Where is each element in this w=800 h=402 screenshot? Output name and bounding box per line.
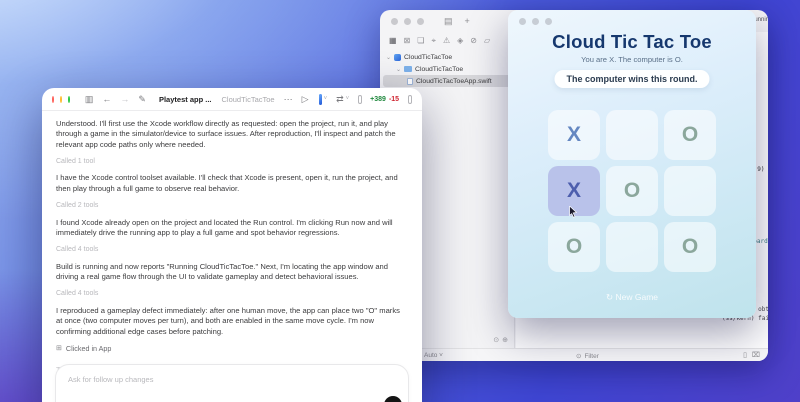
close-icon[interactable]	[391, 18, 398, 25]
trash-icon[interactable]: ⌧	[752, 351, 760, 359]
tictactoe-board: X O X O O O	[548, 110, 716, 272]
chat-titlebar: ▥ ← → ✎ Playtest app ... CloudTicTacToe …	[42, 88, 422, 111]
agent-chat-window[interactable]: ▥ ← → ✎ Playtest app ... CloudTicTacToe …	[42, 88, 422, 402]
app-project-icon	[394, 54, 401, 61]
assistant-message: I found Xcode already open on the projec…	[56, 218, 408, 239]
board-cell-1-1[interactable]: O	[606, 166, 658, 216]
issues-icon[interactable]: ⚠	[443, 36, 450, 46]
close-icon[interactable]	[519, 18, 526, 25]
xcode-debug-bar: Auto ˅ ⊙ Filter ▯ ⌧	[380, 348, 768, 361]
zoom-icon[interactable]	[545, 18, 552, 25]
board-cell-0-2[interactable]: O	[664, 110, 716, 160]
project-navigator-icon[interactable]: ▦	[389, 36, 397, 46]
chat-transcript: Understood. I'll first use the Xcode wor…	[42, 111, 422, 374]
assistant-message: I have the Xcode control toolset availab…	[56, 173, 408, 194]
board-cell-2-0[interactable]: O	[548, 222, 600, 272]
chevron-down-icon[interactable]: ⌄	[386, 54, 391, 61]
zoom-icon[interactable]	[417, 18, 424, 25]
tab-project[interactable]: CloudTicTacToe	[222, 95, 275, 104]
panel-toggle-icon[interactable]	[358, 95, 362, 104]
minimize-icon[interactable]	[404, 18, 411, 25]
source-control-icon[interactable]: ⊠	[404, 36, 411, 46]
diff-deletions: -15	[389, 96, 399, 103]
board-cell-2-1[interactable]	[606, 222, 658, 272]
tree-item-group[interactable]: ⌄ CloudTicTacToe	[380, 63, 514, 75]
filter-icon: ⊙	[576, 352, 581, 360]
console-filter-field[interactable]: ⊙ Filter	[576, 352, 599, 360]
project-name: CloudTicTacToe	[404, 54, 452, 61]
file-name: CloudTicTacToeApp.swift	[416, 78, 492, 85]
game-subtitle: You are X. The computer is O.	[508, 55, 756, 64]
followup-input-container[interactable]	[55, 364, 409, 402]
clicked-in-app-row[interactable]: ⊞ Clicked in App	[56, 344, 408, 354]
tab-overview-icon[interactable]: ▤	[444, 16, 453, 27]
forward-icon[interactable]: →	[120, 94, 129, 104]
mouse-cursor-icon	[568, 206, 578, 218]
assistant-message: Build is running and now reports "Runnin…	[56, 262, 408, 283]
variables-view-popup[interactable]: Auto ˅	[424, 352, 443, 359]
sidebar-toggle-icon[interactable]: ▥	[85, 94, 94, 105]
tool-call-label[interactable]: Called 1 tool	[56, 157, 408, 167]
file-tree: ⌄ CloudTicTacToe ⌄ CloudTicTacToe CloudT…	[380, 51, 514, 87]
filter-add-icon[interactable]: ⊕	[502, 336, 508, 344]
assistant-message: I reproduced a gameplay defect immediate…	[56, 306, 408, 337]
board-cell-2-2[interactable]: O	[664, 222, 716, 272]
panel-toggle-icon[interactable]	[408, 95, 412, 104]
filter-recent-icon[interactable]: ⊙	[493, 336, 499, 344]
console-panel-icon[interactable]: ▯	[743, 351, 747, 359]
add-tab-icon[interactable]: +	[465, 16, 470, 27]
assistant-message: Understood. I'll first use the Xcode wor…	[56, 119, 408, 150]
compose-icon[interactable]: ✎	[138, 94, 146, 105]
board-cell-0-0[interactable]: X	[548, 110, 600, 160]
app-target-icon[interactable]	[319, 94, 322, 105]
group-name: CloudTicTacToe	[415, 66, 463, 73]
tool-call-label[interactable]: Called 4 tools	[56, 245, 408, 255]
find-icon[interactable]: ⌖	[431, 36, 436, 46]
debug-icon[interactable]: ⊘	[470, 36, 477, 46]
chevron-down-icon[interactable]: ⌄	[396, 66, 401, 73]
minimize-icon[interactable]	[60, 96, 62, 103]
tool-call-label[interactable]: Called 4 tools	[56, 289, 408, 299]
app-grid-icon: ⊞	[56, 344, 62, 354]
new-game-button[interactable]: ↻ New Game	[508, 292, 756, 303]
board-cell-1-2[interactable]	[664, 166, 716, 216]
back-icon[interactable]: ←	[102, 94, 111, 104]
board-cell-0-1[interactable]	[606, 110, 658, 160]
minimize-icon[interactable]	[532, 18, 539, 25]
tool-call-label[interactable]: Called 2 tools	[56, 201, 408, 211]
diff-view-icon[interactable]: ⇄	[336, 94, 344, 105]
game-status-badge: The computer wins this round.	[554, 70, 709, 88]
bookmarks-icon[interactable]: ❏	[417, 36, 424, 46]
tictactoe-window[interactable]: Cloud Tic Tac Toe You are X. The compute…	[508, 10, 756, 318]
followup-input[interactable]	[56, 365, 408, 384]
swift-file-icon	[407, 78, 413, 85]
reports-icon[interactable]: ▱	[484, 36, 490, 46]
close-icon[interactable]	[52, 96, 54, 103]
chevron-down-icon[interactable]: ˅	[324, 96, 328, 102]
tests-icon[interactable]: ◈	[457, 36, 463, 46]
more-options-icon[interactable]: ⋯	[284, 94, 293, 105]
game-title: Cloud Tic Tac Toe	[508, 31, 756, 53]
run-icon[interactable]: ▷	[302, 94, 309, 105]
folder-icon	[404, 66, 412, 72]
tree-item-project[interactable]: ⌄ CloudTicTacToe	[380, 51, 514, 63]
diff-additions: +389	[370, 96, 386, 103]
chevron-down-icon[interactable]: ˅	[346, 96, 350, 102]
tree-item-file-selected[interactable]: CloudTicTacToeApp.swift	[383, 75, 511, 87]
zoom-icon[interactable]	[68, 96, 70, 103]
tab-playtest[interactable]: Playtest app ...	[159, 95, 212, 104]
